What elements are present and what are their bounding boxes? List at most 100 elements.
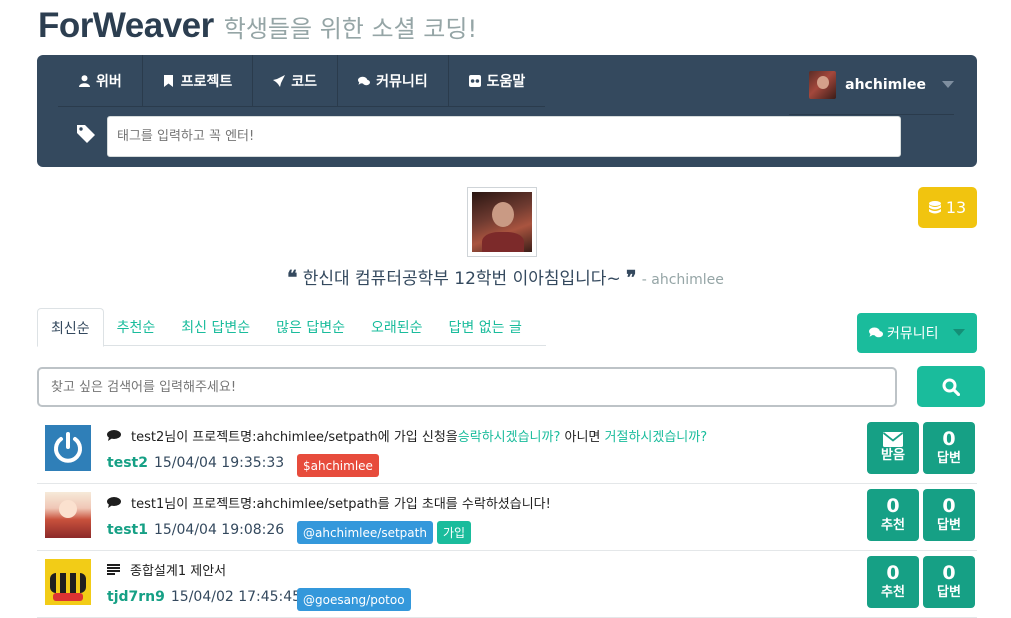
post-title: test2님이 프로젝트명:ahchimlee/setpath에 가입 신청을 …	[107, 426, 707, 445]
list-icon	[107, 564, 120, 575]
profile-quote: ❝ 한신대 컴퓨터공학부 12학번 이아침입니다~ ❞ - ahchimlee	[0, 264, 1011, 290]
post-title-text[interactable]: test1님이 프로젝트명:ahchimlee/setpath를 가입 초대를 …	[131, 493, 551, 512]
user-icon	[78, 75, 90, 87]
stat-label: 답변	[937, 518, 961, 533]
tab-unanswered[interactable]: 답변 없는 글	[436, 308, 535, 346]
nav-item-community[interactable]: 커뮤니티	[338, 55, 449, 107]
nav-item-label: 도움말	[486, 74, 526, 90]
post-date: 15/04/04 19:35:33	[153, 455, 285, 471]
community-button-label: 커뮤니티	[887, 326, 939, 342]
navbar: 위버 프로젝트 코드 커뮤니티 도움말 ahchimlee 태그를 입력하고 꼭…	[37, 55, 977, 167]
flickr-icon	[468, 75, 481, 87]
post-labels: @ahchimlee/setpath 가입	[297, 521, 472, 544]
stat-label: 추천	[881, 585, 905, 600]
recommend-count[interactable]: 0 추천	[867, 489, 919, 541]
post-meta: tjd7rn9 15/04/02 17:45:45	[107, 589, 301, 605]
chevron-down-icon	[942, 81, 954, 88]
main-nav: 위버 프로젝트 코드 커뮤니티 도움말	[58, 55, 546, 107]
post-label[interactable]: $ahchimlee	[297, 454, 379, 477]
tab-oldest[interactable]: 오래된순	[358, 308, 436, 346]
nav-item-weaver[interactable]: 위버	[58, 55, 143, 107]
brand-logo[interactable]: ForWeaver	[38, 6, 214, 46]
avatar	[809, 70, 837, 99]
quote-text: 한신대 컴퓨터공학부 12학번 이아침입니다~	[302, 269, 621, 289]
comment-icon	[107, 430, 121, 441]
answer-count[interactable]: 0 답변	[923, 556, 975, 608]
quote-close-icon: ❞	[626, 268, 637, 289]
stat-value: 0	[942, 428, 956, 450]
tab-most-answers[interactable]: 많은 답변순	[263, 308, 358, 346]
reject-link[interactable]: 거절하시겠습니까?	[605, 426, 708, 445]
post-meta: test1 15/04/04 19:08:26	[107, 522, 284, 538]
recommend-count[interactable]: 0 추천	[867, 556, 919, 608]
comments-icon	[358, 75, 371, 87]
brand-tagline: 학생들을 위한 소셜 코딩!	[223, 15, 478, 43]
post-date: 15/04/02 17:45:45	[170, 589, 302, 605]
post-labels: @goesang/potoo	[297, 588, 411, 611]
search-input[interactable]	[37, 367, 897, 407]
chevron-down-icon	[953, 329, 965, 336]
post-labels: $ahchimlee	[297, 454, 379, 477]
post-title-text: 아니면	[560, 430, 605, 445]
list-item: test1님이 프로젝트명:ahchimlee/setpath를 가입 초대를 …	[37, 484, 977, 551]
database-icon	[928, 200, 941, 213]
received-stat[interactable]: 받음	[867, 422, 919, 474]
coin-badge[interactable]: 13	[918, 187, 977, 228]
answer-count[interactable]: 0 답변	[923, 489, 975, 541]
user-avatar[interactable]	[45, 492, 91, 538]
stat-label: 답변	[937, 451, 961, 466]
post-label[interactable]: @ahchimlee/setpath	[297, 521, 433, 544]
post-title: test1님이 프로젝트명:ahchimlee/setpath를 가입 초대를 …	[107, 493, 551, 512]
tag-input[interactable]	[107, 116, 901, 157]
tab-recommended[interactable]: 추천순	[104, 308, 169, 346]
stat-label: 추천	[881, 518, 905, 533]
user-name: ahchimlee	[845, 76, 926, 93]
post-label[interactable]: @goesang/potoo	[297, 588, 411, 611]
quote-author[interactable]: - ahchimlee	[642, 272, 724, 288]
stat-value: 0	[942, 562, 956, 584]
post-author[interactable]: test2	[107, 455, 148, 471]
nav-item-help[interactable]: 도움말	[449, 55, 546, 107]
list-item: test2님이 프로젝트명:ahchimlee/setpath에 가입 신청을 …	[37, 417, 977, 484]
nav-item-project[interactable]: 프로젝트	[143, 55, 254, 107]
post-meta: test2 15/04/04 19:35:33	[107, 455, 284, 471]
search-icon	[942, 378, 960, 396]
sort-tabs: 최신순 추천순 최신 답변순 많은 답변순 오래된순 답변 없는 글	[37, 308, 546, 347]
nav-item-code[interactable]: 코드	[253, 55, 339, 107]
nav-item-label: 커뮤니티	[376, 74, 428, 90]
tab-latest[interactable]: 최신순	[37, 308, 104, 347]
nav-item-label: 프로젝트	[180, 74, 233, 90]
community-dropdown-button[interactable]: 커뮤니티	[857, 313, 977, 353]
user-avatar[interactable]	[45, 559, 91, 605]
nav-item-label: 코드	[291, 74, 318, 90]
stat-value: 0	[886, 562, 900, 584]
post-list: test2님이 프로젝트명:ahchimlee/setpath에 가입 신청을 …	[37, 417, 977, 618]
list-item: 종합설계1 제안서 tjd7rn9 15/04/02 17:45:45 @goe…	[37, 551, 977, 618]
tag-icon	[77, 125, 95, 147]
post-label[interactable]: 가입	[436, 521, 472, 544]
post-title: 종합설계1 제안서	[107, 560, 226, 579]
stat-value: 0	[942, 495, 956, 517]
coin-count: 13	[945, 198, 967, 217]
stat-value: 0	[886, 495, 900, 517]
post-author[interactable]: tjd7rn9	[107, 589, 165, 605]
answer-count[interactable]: 0 답변	[923, 422, 975, 474]
profile-photo	[467, 187, 537, 257]
tab-latest-answer[interactable]: 최신 답변순	[168, 308, 263, 346]
accept-link[interactable]: 승락하시겠습니까?	[458, 426, 561, 445]
nav-item-label: 위버	[96, 74, 122, 90]
post-title-text[interactable]: 종합설계1 제안서	[130, 560, 226, 579]
comments-icon	[869, 327, 883, 338]
quote-open-icon: ❝	[287, 268, 298, 289]
user-avatar[interactable]	[45, 425, 91, 471]
bookmark-icon	[163, 75, 175, 87]
rocket-icon	[273, 75, 286, 87]
post-author[interactable]: test1	[107, 522, 148, 538]
stat-label: 답변	[937, 585, 961, 600]
post-date: 15/04/04 19:08:26	[153, 522, 285, 538]
user-menu[interactable]: ahchimlee	[789, 55, 954, 115]
post-title-text: test2님이 프로젝트명:ahchimlee/setpath에 가입 신청을	[131, 430, 458, 445]
comment-icon	[107, 497, 121, 508]
search-button[interactable]	[917, 366, 985, 407]
envelope-icon	[883, 432, 903, 447]
